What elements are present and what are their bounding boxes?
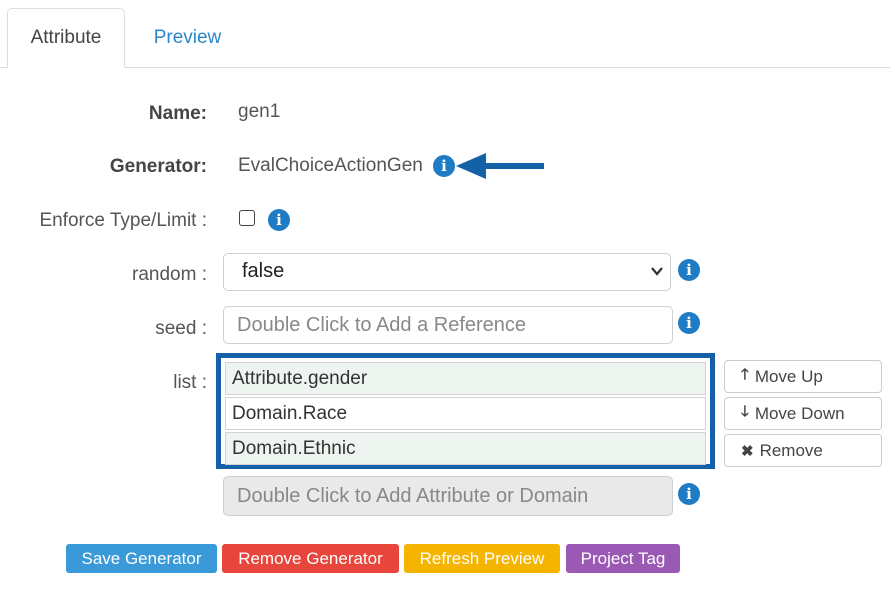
list-label: list : — [173, 372, 207, 393]
remove-generator-button[interactable]: Remove Generator — [222, 544, 399, 573]
random-select[interactable] — [223, 253, 671, 291]
random-select-value: false — [242, 260, 285, 282]
generator-info-icon[interactable]: i — [433, 155, 455, 177]
name-label: Name: — [148, 103, 207, 124]
random-info-icon[interactable]: i — [678, 259, 700, 281]
move-up-label: Move Up — [754, 366, 823, 386]
enforce-checkbox[interactable] — [239, 210, 255, 226]
enforce-label: Enforce Type/Limit : — [39, 210, 207, 231]
name-value: gen1 — [238, 101, 281, 122]
times-icon: ✖ — [741, 442, 754, 460]
project-tag-button[interactable]: Project Tag — [566, 544, 680, 573]
arrow-down-icon: 🡓 — [741, 403, 749, 420]
annotation-arrow-left-icon — [456, 153, 544, 179]
remove-item-label: Remove — [759, 440, 823, 460]
seed-input[interactable] — [223, 306, 673, 344]
tab-preview[interactable]: Preview — [130, 8, 245, 68]
remove-item-button[interactable]: ✖ Remove — [724, 434, 882, 467]
arrow-up-icon: 🡑 — [741, 366, 749, 383]
list-item[interactable]: Attribute.gender — [225, 362, 706, 395]
refresh-preview-button[interactable]: Refresh Preview — [404, 544, 560, 573]
generator-value: EvalChoiceActionGen — [238, 155, 423, 176]
enforce-info-icon[interactable]: i — [268, 209, 290, 231]
tab-attribute[interactable]: Attribute — [7, 8, 125, 68]
chevron-down-icon — [651, 267, 663, 276]
move-down-label: Move Down — [754, 403, 845, 423]
move-up-button[interactable]: 🡑 Move Up — [724, 360, 882, 393]
add-info-icon[interactable]: i — [678, 483, 700, 505]
list-item[interactable]: Domain.Ethnic — [225, 432, 706, 465]
seed-info-icon[interactable]: i — [678, 312, 700, 334]
random-label: random : — [132, 264, 207, 285]
add-reference-input[interactable] — [223, 476, 673, 516]
generator-label: Generator: — [109, 156, 207, 177]
seed-label: seed : — [155, 318, 207, 339]
list-item[interactable]: Domain.Race — [225, 397, 706, 430]
save-generator-button[interactable]: Save Generator — [66, 544, 217, 573]
list-box: Attribute.gender Domain.Race Domain.Ethn… — [216, 353, 715, 469]
move-down-button[interactable]: 🡓 Move Down — [724, 397, 882, 430]
